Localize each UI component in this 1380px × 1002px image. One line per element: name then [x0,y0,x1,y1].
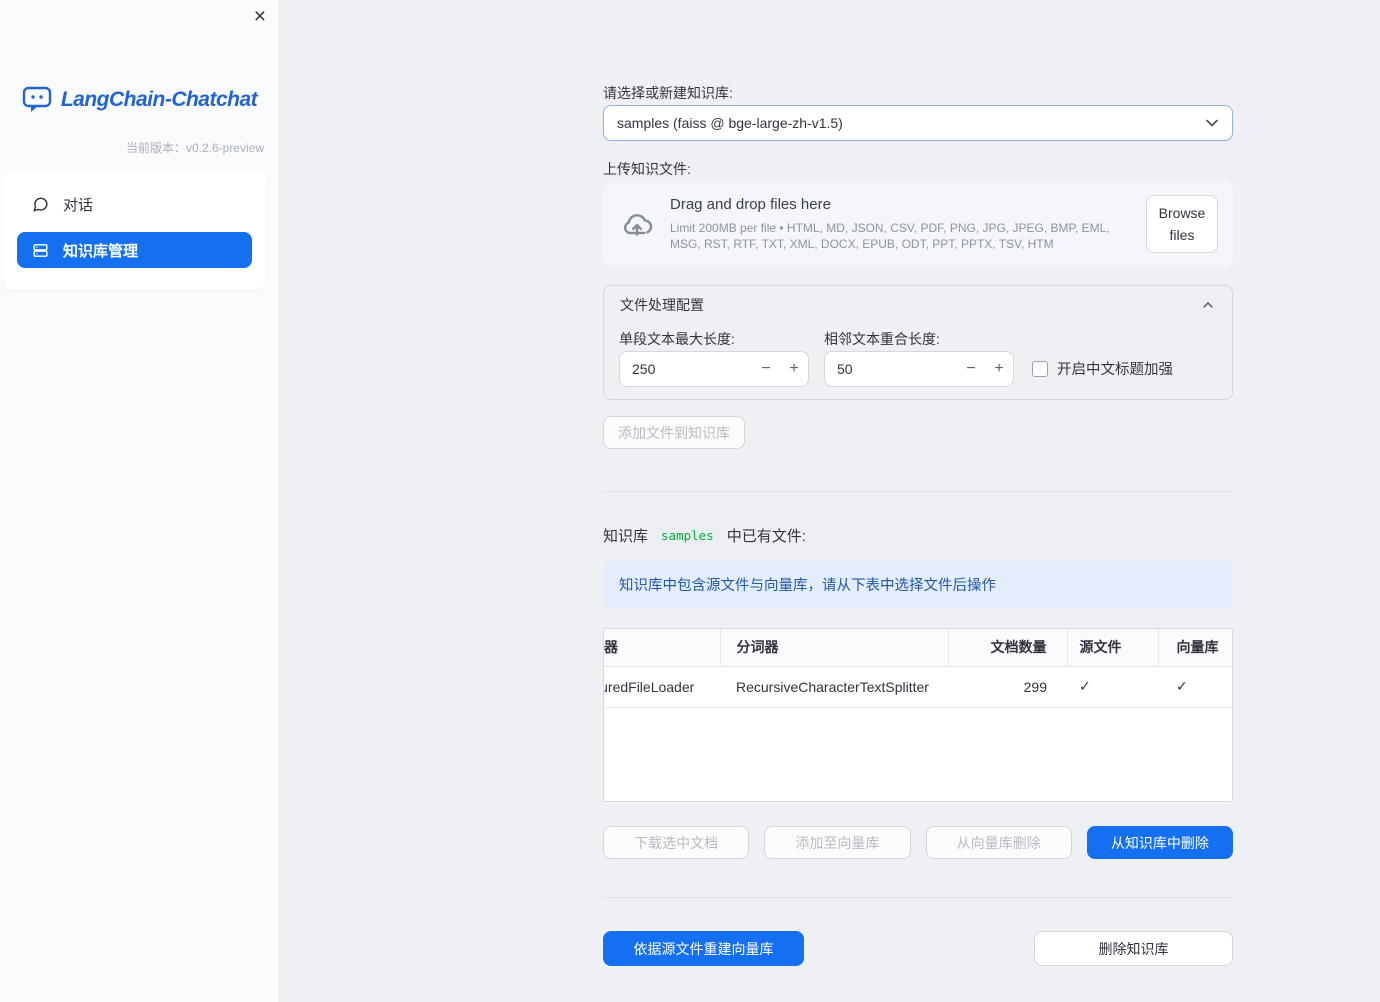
kb-files-suffix: 中已有文件: [726,528,806,545]
menu-item-label: 知识库管理 [63,242,139,260]
version-label: 当前版本：v0.2.6-preview [125,141,264,155]
app-logo: LangChain-Chatchat [0,86,279,113]
close-icon[interactable]: × [254,3,266,31]
uploader-title: Drag and drop files here [670,196,831,213]
chevron-down-icon [1206,119,1218,127]
overlap-size-input: 50 − + [824,351,1014,387]
chunk-size-input: 250 − + [619,351,809,387]
browse-files-button[interactable]: Browse files [1146,195,1218,253]
plus-icon[interactable]: + [985,352,1013,386]
chevron-up-icon [1203,302,1213,308]
sidebar: × LangChain-Chatchat 当前版本：v0.2.6-preview… [0,0,280,1002]
zh-title-checkbox-label: 开启中文标题加强 [1057,362,1173,378]
col-header-source[interactable]: 源文件 [1067,629,1159,667]
kb-stack-icon [33,243,48,257]
chat-bubble-icon [33,197,48,212]
checkbox-icon [1032,360,1048,377]
uploader-text: Drag and drop files here Limit 200MB per… [670,196,1130,252]
plus-icon[interactable]: + [780,352,808,386]
file-config-expander: 文件处理配置 单段文本最大长度: 相邻文本重合长度: 250 − + 50 − … [603,285,1233,400]
delete-from-vectorstore-button[interactable]: 从向量库删除 [925,826,1072,859]
download-selected-button[interactable]: 下载选中文档 [603,826,750,859]
sidebar-menu: 对话 知识库管理 [3,170,266,290]
overlap-size-label: 相邻文本重合长度: [824,331,940,347]
expander-header[interactable]: 文件处理配置 [604,286,1232,324]
expander-title: 文件处理配置 [620,297,704,313]
logo-chat-icon [22,86,52,112]
add-files-to-kb-button[interactable]: 添加文件到知识库 [603,416,745,449]
cell-splitter: RecursiveCharacterTextSplitter [720,666,948,708]
delete-from-kb-button[interactable]: 从知识库中删除 [1086,826,1233,859]
table-row[interactable]: UnstructuredFileLoader RecursiveCharacte… [604,666,1232,708]
logo-text: LangChain-Chatchat [60,87,258,111]
divider [603,897,1233,898]
rebuild-vectorstore-button[interactable]: 依据源文件重建向量库 [603,931,804,966]
uploader-limit-text: Limit 200MB per file • HTML, MD, JSON, C… [670,221,1110,251]
cell-vector-check: ✓ [1158,666,1232,708]
overlap-size-value[interactable]: 50 [825,352,957,386]
minus-icon[interactable]: − [752,352,780,386]
menu-item-label: 对话 [63,196,94,214]
table-header-row: 文档加载器 分词器 文档数量 源文件 向量库 [604,629,1232,667]
cell-source-check: ✓ [1067,666,1158,708]
col-header-splitter[interactable]: 分词器 [720,629,949,667]
cloud-upload-icon [624,214,653,236]
file-action-buttons: 下载选中文档 添加至向量库 从向量库删除 从知识库中删除 [603,826,1233,859]
info-banner-text: 知识库中包含源文件与向量库，请从下表中选择文件后操作 [619,578,996,594]
cell-doc-count: 299 [948,666,1067,708]
add-to-vectorstore-button[interactable]: 添加至向量库 [764,826,911,859]
info-banner: 知识库中包含源文件与向量库，请从下表中选择文件后操作 [603,561,1233,608]
col-header-vector[interactable]: 向量库 [1158,629,1232,667]
page: { "app": { "close_glyph": "×" }, "sideba… [0,0,1380,1002]
kb-bottom-buttons: 依据源文件重建向量库 删除知识库 [603,931,1233,966]
upload-label: 上传知识文件: [603,161,691,177]
kb-select-label: 请选择或新建知识库: [603,85,733,101]
sidebar-item-dialogue[interactable]: 对话 [17,186,252,222]
chunk-size-value[interactable]: 250 [620,352,752,386]
kb-files-heading: 知识库 samples 中已有文件: [603,525,1233,546]
kb-name-code: samples [656,526,719,545]
chunk-size-label: 单段文本最大长度: [619,331,735,347]
file-uploader-dropzone[interactable]: Drag and drop files here Limit 200MB per… [603,181,1233,267]
files-table-inner: 文档加载器 分词器 文档数量 源文件 向量库 UnstructuredFileL… [604,629,1232,708]
kb-files-prefix: 知识库 [603,528,649,545]
files-table: 文档加载器 分词器 文档数量 源文件 向量库 UnstructuredFileL… [603,628,1233,802]
col-header-doc-count[interactable]: 文档数量 [948,629,1068,667]
cell-loader: UnstructuredFileLoader [604,666,720,708]
delete-kb-button[interactable]: 删除知识库 [1034,931,1233,966]
divider [603,491,1233,492]
kb-select[interactable]: samples (faiss @ bge-large-zh-v1.5) [603,105,1233,141]
kb-select-value: samples (faiss @ bge-large-zh-v1.5) [617,115,843,131]
minus-icon[interactable]: − [957,352,985,386]
sidebar-item-kb-management[interactable]: 知识库管理 [17,232,252,268]
col-header-loader[interactable]: 文档加载器 [604,629,721,667]
zh-title-checkbox[interactable]: 开启中文标题加强 [1032,358,1173,379]
